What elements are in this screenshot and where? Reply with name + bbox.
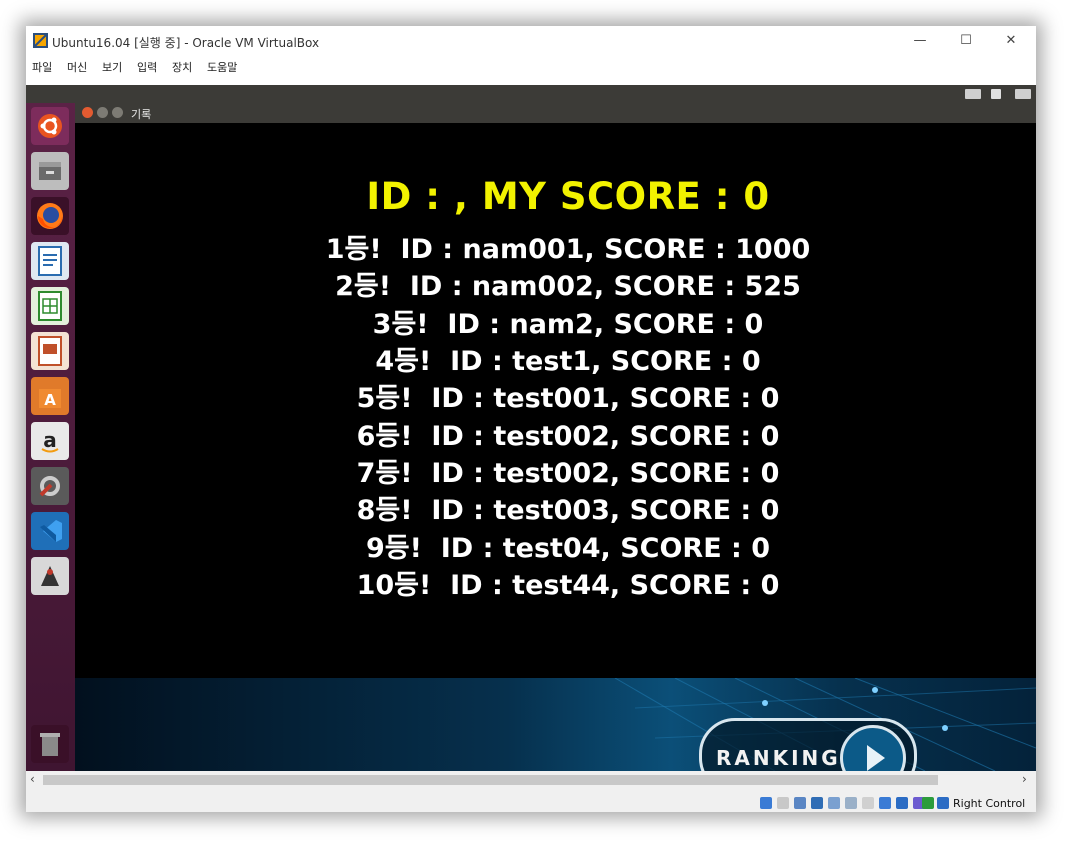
- host-key-arrow-icon[interactable]: [937, 797, 949, 809]
- svg-text:A: A: [44, 391, 56, 409]
- menu-input[interactable]: 입력: [137, 59, 157, 75]
- menu-help[interactable]: 도움말: [207, 59, 237, 75]
- audio-icon[interactable]: [794, 797, 806, 809]
- display-icon[interactable]: [862, 797, 874, 809]
- rank-row-7: 7등! ID : test002, SCORE : 0: [356, 458, 780, 489]
- horizontal-scrollbar[interactable]: ‹ ›: [26, 771, 1036, 789]
- rank-row-6: 6등! ID : test002, SCORE : 0: [356, 421, 780, 452]
- battery-icon[interactable]: [1015, 89, 1031, 99]
- settings-icon[interactable]: [31, 467, 69, 505]
- rank-row-1: 1등! ID : nam001, SCORE : 1000: [325, 234, 811, 265]
- keyboard-icon[interactable]: [965, 89, 981, 99]
- guest-screen: A a 기록 ID: , MY SCORE: 0 1등! ID: nam0…: [26, 103, 1036, 771]
- scroll-right-icon[interactable]: ›: [1022, 772, 1027, 786]
- rank-row-4: 4등! ID : test1, SCORE : 0: [375, 346, 761, 377]
- vt-x-icon[interactable]: [896, 797, 908, 809]
- maximize-button[interactable]: ☐: [944, 29, 988, 53]
- ranking-button-label: RANKING: [716, 746, 841, 770]
- close-button[interactable]: ✕: [989, 29, 1033, 53]
- amazon-icon[interactable]: a: [31, 422, 69, 460]
- virtualbox-window: Ubuntu16.04 [실행 중] - Oracle VM VirtualBo…: [26, 26, 1036, 812]
- rank-row-8: 8등! ID : test003, SCORE : 0: [356, 495, 780, 526]
- rank-row-5: 5등! ID : test001, SCORE : 0: [356, 383, 780, 414]
- virtualbox-app-icon: [33, 33, 48, 48]
- play-icon: [840, 725, 906, 771]
- video-capture-icon[interactable]: [879, 797, 891, 809]
- rank-row-2: 2등! ID : nam002, SCORE : 525: [335, 271, 801, 302]
- guest-top-panel: [26, 85, 1036, 103]
- host-key-label: Right Control: [953, 797, 1026, 810]
- app-window-title: 기록: [131, 108, 152, 121]
- scrollbar-thumb[interactable]: [43, 775, 938, 785]
- shared-folders-icon[interactable]: [845, 797, 857, 809]
- app-close-icon[interactable]: [82, 107, 93, 118]
- vm-status-bar: Right Control: [26, 789, 1036, 812]
- optical-drive-icon[interactable]: [777, 797, 789, 809]
- ubuntu-dash-icon[interactable]: [31, 107, 69, 145]
- my-score-line: ID : , MY SCORE : 0: [366, 175, 770, 218]
- menu-machine[interactable]: 머신: [67, 59, 87, 75]
- mouse-integration-icon[interactable]: [922, 797, 934, 809]
- impress-icon[interactable]: [31, 332, 69, 370]
- calc-icon[interactable]: [31, 287, 69, 325]
- unity-launcher: A a: [26, 103, 75, 771]
- hard-disk-icon[interactable]: [760, 797, 772, 809]
- software-center-icon[interactable]: A: [31, 377, 69, 415]
- ranking-button[interactable]: RANKING: [699, 718, 917, 771]
- window-title: Ubuntu16.04 [실행 중] - Oracle VM VirtualBo…: [52, 36, 320, 50]
- vscode-icon[interactable]: [31, 512, 69, 550]
- files-icon[interactable]: [31, 152, 69, 190]
- menu-view[interactable]: 보기: [102, 59, 122, 75]
- menu-file[interactable]: 파일: [32, 59, 52, 75]
- menu-devices[interactable]: 장치: [172, 59, 192, 75]
- title-bar[interactable]: Ubuntu16.04 [실행 중] - Oracle VM VirtualBo…: [26, 26, 1036, 56]
- svg-text:a: a: [43, 428, 57, 452]
- usb-icon[interactable]: [828, 797, 840, 809]
- network-icon[interactable]: [811, 797, 823, 809]
- app-maximize-icon[interactable]: [112, 107, 123, 118]
- trash-icon[interactable]: [31, 725, 69, 763]
- score-board: ID : , MY SCORE : 0 1등! ID : nam001, SCO…: [75, 123, 1036, 678]
- game-background: RANKING: [75, 678, 1036, 771]
- app-title-bar[interactable]: 기록: [75, 103, 1036, 123]
- rank-row-10: 10등! ID : test44, SCORE : 0: [356, 570, 780, 601]
- rank-row-3: 3등! ID : nam2, SCORE : 0: [372, 309, 764, 340]
- rank-row-9: 9등! ID : test04, SCORE : 0: [365, 533, 771, 564]
- firefox-icon[interactable]: [31, 197, 69, 235]
- scroll-left-icon[interactable]: ‹: [30, 772, 35, 786]
- ranking-record-window: 기록 ID : , MY SCORE : 0 1등! ID : nam001, …: [75, 103, 1036, 771]
- java-app-icon[interactable]: [31, 557, 69, 595]
- writer-icon[interactable]: [31, 242, 69, 280]
- network-arrows-icon[interactable]: [991, 89, 1001, 99]
- menu-bar: 파일 머신 보기 입력 장치 도움말: [26, 56, 1036, 78]
- minimize-button[interactable]: —: [898, 29, 942, 53]
- app-minimize-icon[interactable]: [97, 107, 108, 118]
